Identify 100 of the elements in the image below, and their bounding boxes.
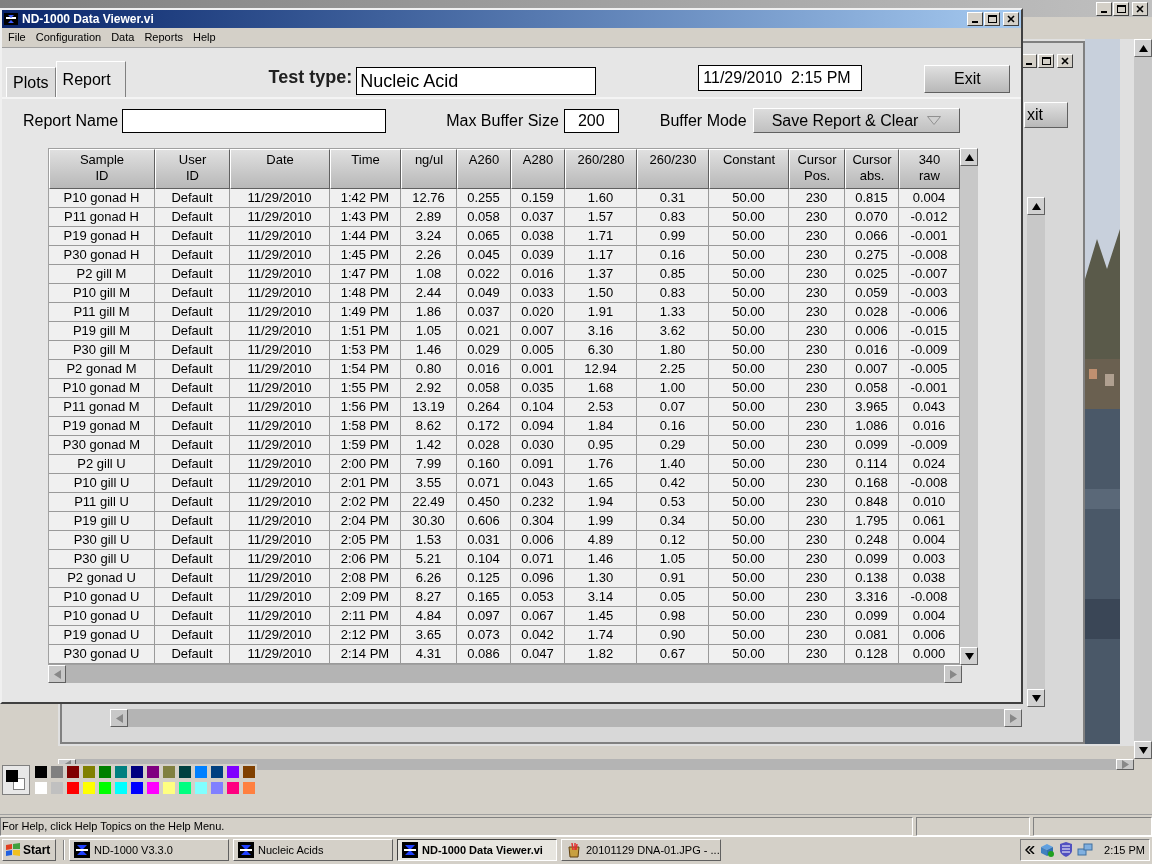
palette-swatch[interactable]	[129, 764, 145, 780]
table-cell: 11/29/2010	[230, 246, 330, 265]
maximize-icon	[987, 15, 997, 23]
palette-swatch[interactable]	[97, 780, 113, 796]
menu-item[interactable]: Data	[111, 29, 135, 46]
scroll-down-icon	[1031, 694, 1041, 702]
table-cell: 50.00	[709, 550, 789, 569]
vertical-scrollbar[interactable]	[960, 148, 978, 665]
palette-swatch[interactable]	[129, 780, 145, 796]
column-header[interactable]: 260/230	[637, 149, 709, 189]
column-header[interactable]: A280	[511, 149, 565, 189]
table-cell: 2.53	[565, 398, 637, 417]
palette-swatch[interactable]	[241, 764, 257, 780]
table-cell: 11/29/2010	[230, 189, 330, 208]
vertical-scrollbar[interactable]	[1027, 197, 1045, 707]
maximize-button[interactable]	[984, 12, 1000, 26]
table-cell: 3.24	[401, 227, 457, 246]
taskbar-button[interactable]: 20101129 DNA-01.JPG - ...	[561, 839, 721, 861]
palette-swatch[interactable]	[65, 780, 81, 796]
palette-swatch[interactable]	[49, 764, 65, 780]
column-header[interactable]: Cursor Pos.	[789, 149, 845, 189]
table-cell: 11/29/2010	[230, 322, 330, 341]
exit-button[interactable]: xit	[1024, 102, 1068, 128]
report-name-field[interactable]	[122, 108, 387, 133]
palette-swatch[interactable]	[241, 780, 257, 796]
palette-swatch[interactable]	[65, 764, 81, 780]
network-icon[interactable]	[1077, 842, 1093, 858]
table-cell: 50.00	[709, 417, 789, 436]
table-cell: 8.62	[401, 417, 457, 436]
table-cell: 0.275	[845, 246, 899, 265]
table-cell: 0.168	[845, 474, 899, 493]
color-selector[interactable]	[2, 765, 30, 795]
maximize-button[interactable]	[1038, 54, 1054, 68]
column-header[interactable]: 340 raw	[899, 149, 960, 189]
table-cell: 2:06 PM	[330, 550, 401, 569]
palette-swatch[interactable]	[145, 780, 161, 796]
column-header[interactable]: User ID	[155, 149, 230, 189]
menu-item[interactable]: Configuration	[35, 29, 102, 46]
vertical-scrollbar[interactable]	[1134, 39, 1152, 759]
table-cell: 50.00	[709, 455, 789, 474]
table-cell: 0.114	[845, 455, 899, 474]
buffer-mode-dropdown[interactable]: Save Report & Clear	[752, 108, 960, 133]
palette-swatch[interactable]	[161, 780, 177, 796]
palette-swatch[interactable]	[225, 780, 241, 796]
column-header[interactable]: ng/ul	[401, 149, 457, 189]
taskbar-button[interactable]: ND-1000 V3.3.0	[69, 839, 229, 861]
column-header[interactable]: Cursor abs.	[845, 149, 899, 189]
tab[interactable]: Report	[55, 61, 126, 97]
expand-chevron-icon[interactable]	[1025, 846, 1035, 854]
start-button[interactable]: Start	[2, 839, 56, 861]
column-header[interactable]: 260/280	[565, 149, 637, 189]
exit-button[interactable]: Exit	[924, 65, 1011, 93]
palette-swatch[interactable]	[113, 764, 129, 780]
close-icon	[1136, 4, 1144, 13]
horizontal-scrollbar[interactable]	[110, 709, 1022, 727]
close-button[interactable]	[1003, 12, 1019, 26]
palette-swatch[interactable]	[209, 780, 225, 796]
maximize-button[interactable]	[1113, 1, 1129, 16]
palette-swatch[interactable]	[97, 764, 113, 780]
table-cell: 0.16	[637, 246, 709, 265]
table-cell: 2:04 PM	[330, 512, 401, 531]
column-header[interactable]: A260	[457, 149, 511, 189]
close-button[interactable]	[1132, 1, 1148, 16]
tab[interactable]: Plots	[6, 67, 56, 97]
palette-swatch[interactable]	[193, 764, 209, 780]
close-button[interactable]	[1057, 54, 1073, 68]
taskbar-button[interactable]: ND-1000 Data Viewer.vi	[397, 839, 557, 861]
shield-icon[interactable]	[1059, 842, 1073, 858]
palette-swatch[interactable]	[225, 764, 241, 780]
column-header[interactable]: Date	[230, 149, 330, 189]
horizontal-scrollbar[interactable]	[48, 665, 962, 683]
palette-swatch[interactable]	[113, 780, 129, 796]
table-cell: 2:00 PM	[330, 455, 401, 474]
table-cell: 0.016	[899, 417, 960, 436]
table-cell: 11/29/2010	[230, 227, 330, 246]
palette-swatch[interactable]	[193, 780, 209, 796]
palette-swatch[interactable]	[81, 780, 97, 796]
taskbar-button[interactable]: Nucleic Acids	[233, 839, 393, 861]
table-cell: 0.80	[401, 360, 457, 379]
max-buffer-field[interactable]: 200	[563, 108, 619, 133]
table-cell: 11/29/2010	[230, 455, 330, 474]
minimize-button[interactable]	[1096, 1, 1112, 16]
column-header[interactable]: Constant	[709, 149, 789, 189]
column-header[interactable]: Sample ID	[49, 149, 155, 189]
minimize-button[interactable]	[967, 12, 983, 26]
palette-swatch[interactable]	[161, 764, 177, 780]
palette-swatch[interactable]	[145, 764, 161, 780]
palette-swatch[interactable]	[177, 780, 193, 796]
palette-swatch[interactable]	[209, 764, 225, 780]
table-cell: Default	[155, 569, 230, 588]
palette-swatch[interactable]	[33, 780, 49, 796]
palette-swatch[interactable]	[81, 764, 97, 780]
column-header[interactable]: Time	[330, 149, 401, 189]
menu-item[interactable]: Reports	[144, 29, 183, 46]
table-cell: 0.035	[511, 379, 565, 398]
palette-swatch[interactable]	[177, 764, 193, 780]
menu-item[interactable]: Help	[192, 29, 216, 46]
table-cell: 230	[789, 360, 845, 379]
menu-item[interactable]: File	[8, 29, 26, 46]
palette-swatch[interactable]	[33, 764, 49, 780]
